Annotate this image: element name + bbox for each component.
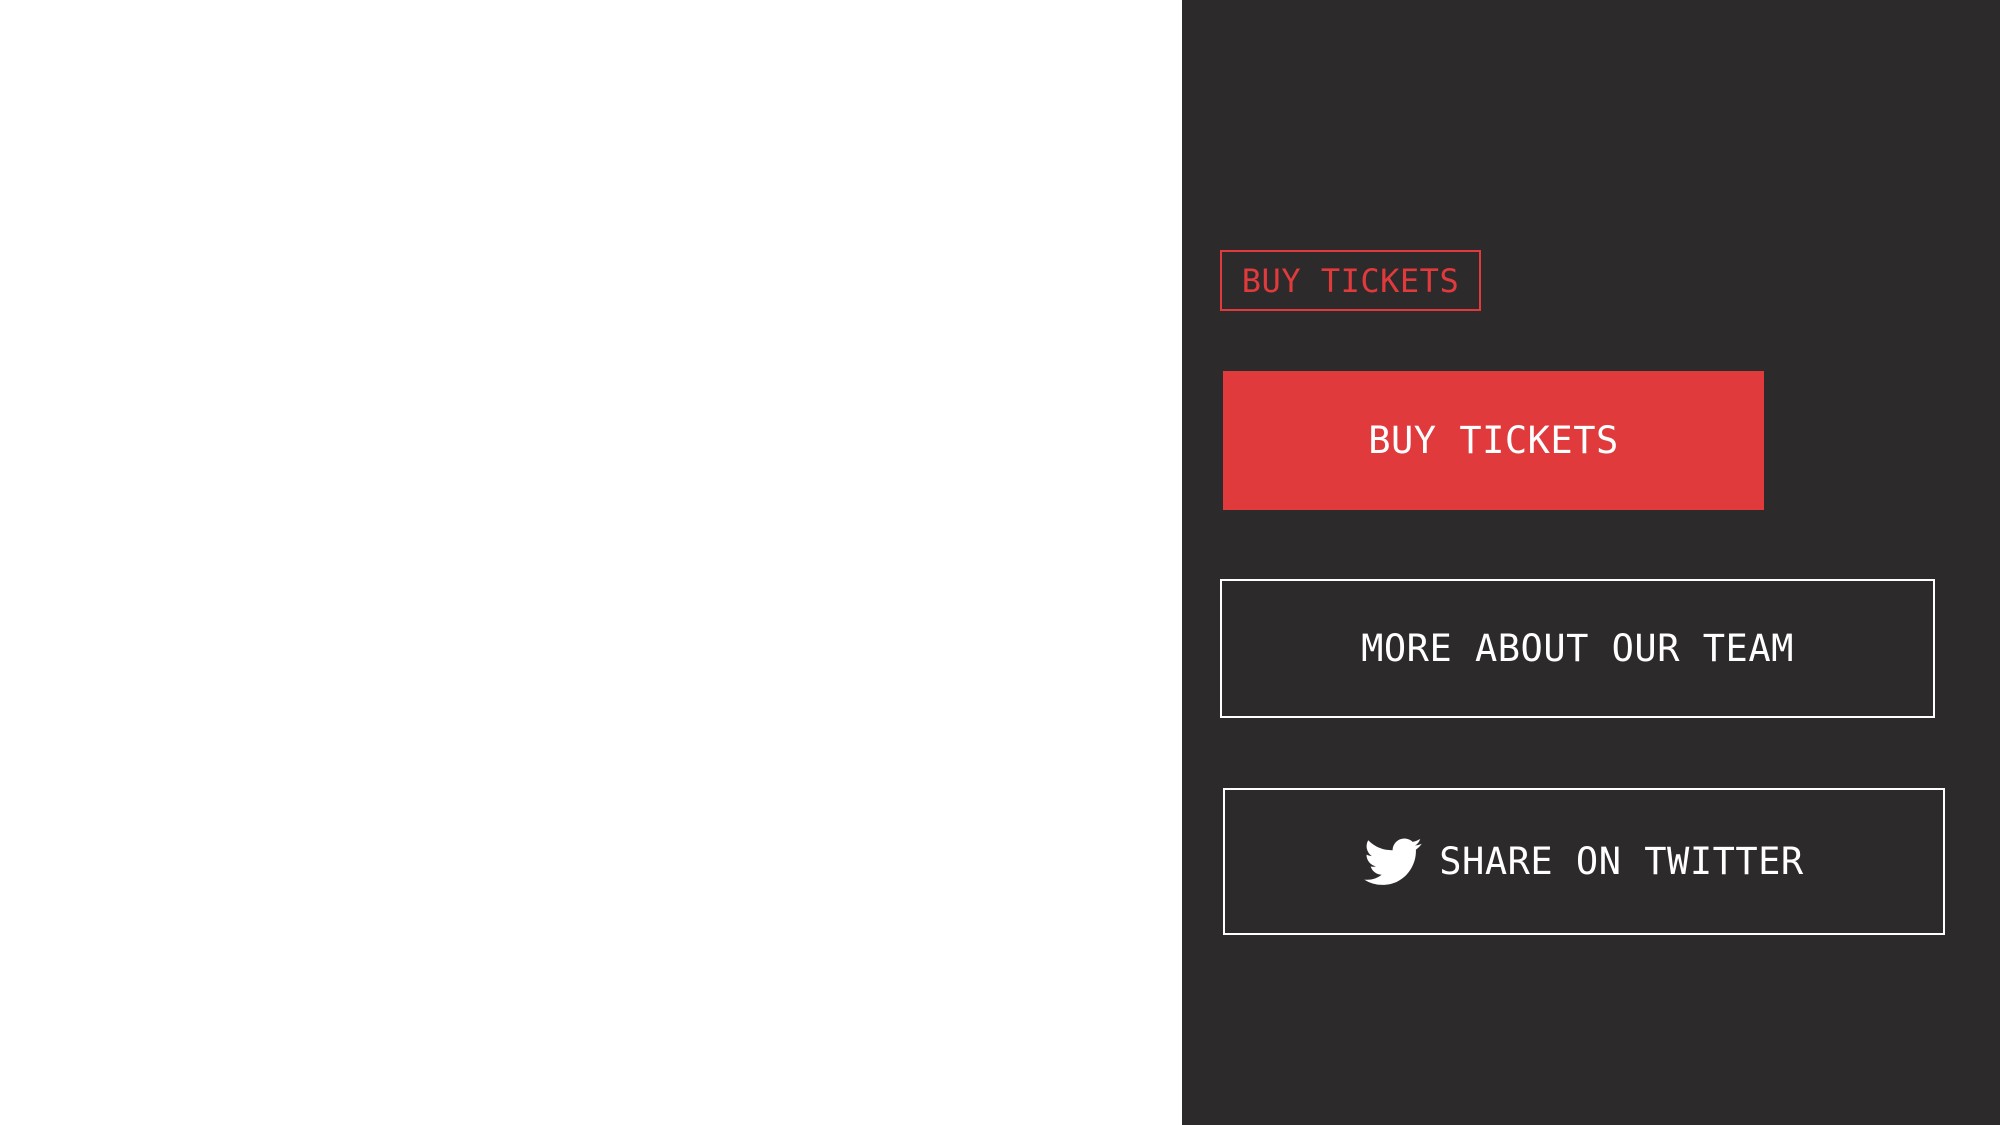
buy-tickets-filled-label: BUY TICKETS: [1368, 419, 1619, 462]
more-about-our-team-button[interactable]: MORE ABOUT OUR TEAM: [1220, 579, 1935, 718]
share-on-twitter-button[interactable]: SHARE ON TWITTER: [1223, 788, 1945, 935]
buy-tickets-outline-label: BUY TICKETS: [1241, 261, 1460, 300]
blank-left-panel: [0, 0, 1182, 1125]
buy-tickets-outline-button[interactable]: BUY TICKETS: [1220, 250, 1481, 311]
more-about-our-team-label: MORE ABOUT OUR TEAM: [1361, 627, 1794, 670]
buy-tickets-filled-button[interactable]: BUY TICKETS: [1223, 371, 1764, 510]
share-on-twitter-label: SHARE ON TWITTER: [1439, 840, 1804, 883]
button-showcase-panel: [1182, 0, 2000, 1125]
twitter-bird-icon: [1364, 837, 1423, 886]
